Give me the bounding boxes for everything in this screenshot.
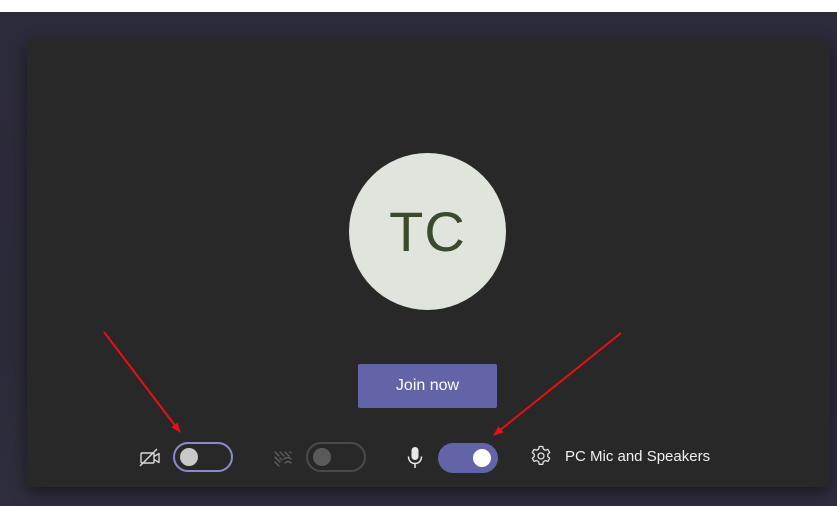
video-toggle[interactable] xyxy=(173,442,233,472)
avatar: TC xyxy=(349,153,506,310)
device-settings-label[interactable]: PC Mic and Speakers xyxy=(565,448,710,465)
toggle-knob xyxy=(473,449,491,467)
background-blur-toggle[interactable] xyxy=(306,442,366,472)
top-bar xyxy=(0,0,837,12)
microphone-icon xyxy=(404,445,426,471)
toggle-knob xyxy=(313,448,331,466)
avatar-initials: TC xyxy=(389,200,466,263)
microphone-toggle[interactable] xyxy=(438,443,498,473)
toggle-knob xyxy=(180,448,198,466)
video-off-icon xyxy=(138,446,162,470)
gear-icon[interactable] xyxy=(529,444,553,468)
background-blur-icon xyxy=(271,446,295,470)
join-now-button[interactable]: Join now xyxy=(358,364,497,408)
